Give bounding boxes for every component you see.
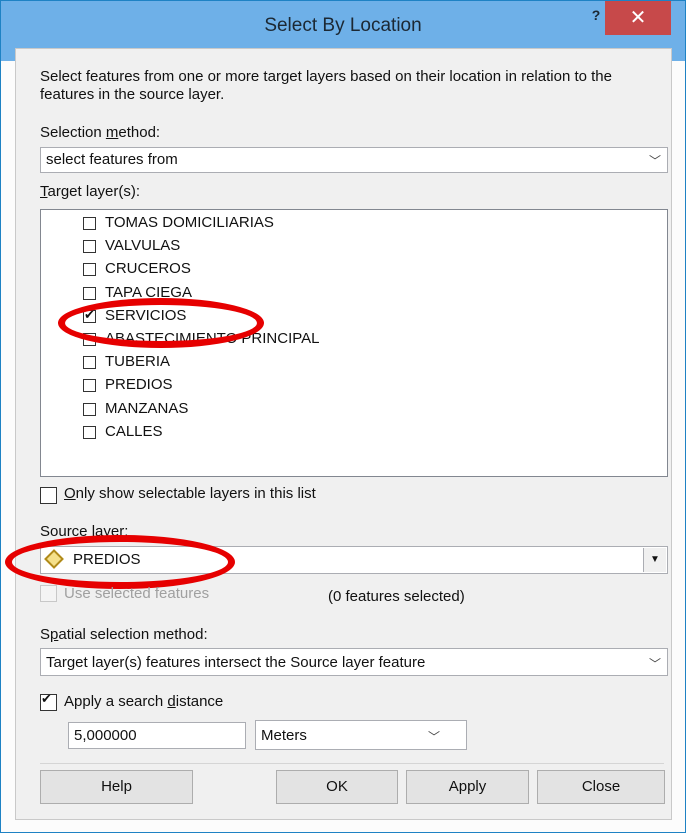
target-layer-label: MANZANAS (105, 399, 189, 417)
target-layer-checkbox[interactable] (83, 402, 96, 416)
source-dropdown-arrow-icon[interactable]: ▼ (643, 548, 666, 572)
target-layer-checkbox[interactable] (83, 263, 96, 277)
distance-unit-dropdown[interactable]: Meters ﹀ (255, 720, 467, 750)
selection-method-label: Selection method: (40, 124, 161, 141)
close-button[interactable]: Close (537, 770, 665, 804)
target-layer-checkbox[interactable] (83, 286, 96, 300)
target-layer-checkbox[interactable] (83, 356, 96, 370)
target-layer-checkbox[interactable] (83, 240, 96, 254)
spatial-method-label: Spatial selection method: (40, 626, 208, 643)
chevron-down-icon: ﹀ (648, 657, 661, 671)
button-separator (40, 763, 664, 764)
target-layer-label: CALLES (105, 422, 163, 440)
features-selected-count: (0 features selected) (328, 588, 465, 605)
target-layer-checkbox[interactable] (83, 379, 96, 393)
only-selectable-label: Only show selectable layers in this list (64, 485, 316, 502)
use-selected-features-checkbox[interactable] (40, 585, 57, 602)
distance-unit-value: Meters (261, 727, 307, 744)
selection-method-dropdown[interactable]: select features from ﹀ (40, 147, 668, 173)
apply-search-distance-checkbox[interactable] (40, 691, 57, 711)
spatial-method-value: Target layer(s) features intersect the S… (46, 654, 426, 671)
selection-method-value: select features from (46, 151, 178, 168)
spatial-method-dropdown[interactable]: Target layer(s) features intersect the S… (40, 648, 668, 676)
target-layer-label: TOMAS DOMICILIARIAS (105, 214, 274, 231)
chevron-down-icon: ﹀ (648, 154, 661, 168)
target-layer-label: VALVULAS (105, 237, 181, 255)
target-layers-label: Target layer(s): (40, 183, 141, 200)
target-layer-label: TUBERIA (105, 353, 171, 371)
apply-search-distance-label: Apply a search distance (64, 693, 224, 710)
dialog-description: Select features from one or more target … (40, 68, 612, 103)
only-selectable-checkbox[interactable] (40, 487, 57, 504)
target-layer-checkbox[interactable] (83, 217, 96, 230)
search-distance-input[interactable]: 5,000000 (68, 722, 246, 749)
apply-button[interactable]: Apply (406, 770, 529, 804)
chevron-down-icon: ﹀ (427, 730, 440, 744)
help-button[interactable]: Help (40, 770, 193, 804)
highlight-ring-servicios (58, 298, 264, 348)
close-window-button[interactable]: ✕ (605, 1, 671, 35)
target-layer-label: PREDIOS (105, 376, 173, 394)
search-distance-value: 5,000000 (74, 727, 137, 744)
target-layer-label: CRUCEROS (105, 260, 191, 278)
highlight-ring-predios (5, 535, 235, 589)
target-layer-checkbox[interactable] (83, 425, 96, 439)
ok-button[interactable]: OK (276, 770, 398, 804)
use-selected-features-label: Use selected features (64, 585, 210, 602)
